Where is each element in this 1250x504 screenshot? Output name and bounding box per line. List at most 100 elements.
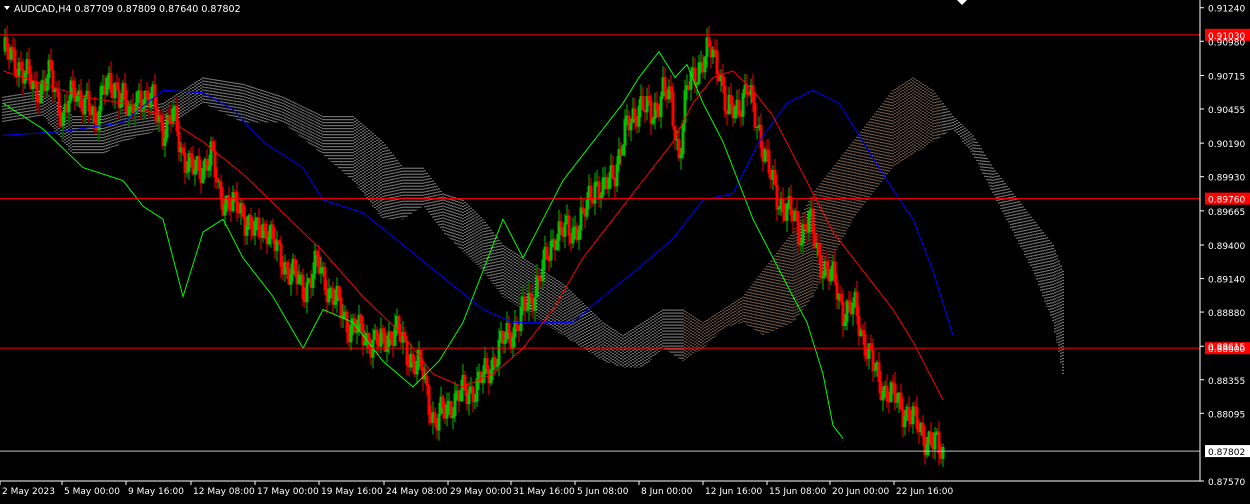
time-axis-tick-label: 12 May 08:00 (193, 487, 255, 497)
candle-body (61, 112, 65, 127)
candle-body (903, 416, 907, 428)
candle-body (537, 275, 541, 280)
candle-body (541, 259, 545, 282)
candle-body (855, 291, 859, 316)
candle-body (241, 203, 245, 217)
candle-body (895, 401, 899, 403)
candle-body (907, 406, 911, 421)
candle-body (51, 70, 55, 92)
candle-body (579, 207, 583, 231)
candle-body (803, 224, 807, 229)
candle-body (249, 215, 253, 230)
candle-body (933, 432, 937, 450)
candle-body (433, 412, 437, 423)
candle-body (807, 211, 811, 233)
candle-body (899, 392, 903, 410)
candle-body (257, 217, 261, 237)
time-axis-tick-label: 24 May 08:00 (386, 487, 448, 497)
candle-body (285, 262, 289, 269)
candle-body (797, 221, 801, 246)
time-axis-tick-label: 12 Jun 16:00 (705, 487, 762, 497)
candle-body (441, 396, 445, 409)
candle-body (871, 349, 875, 371)
candle-body (293, 258, 297, 271)
candle-body (781, 198, 785, 213)
candle-body (305, 282, 309, 303)
candle-body (367, 333, 371, 348)
candle-body (611, 165, 615, 179)
candle-body (629, 122, 633, 131)
candle-body (337, 285, 341, 298)
candle-body (345, 311, 349, 333)
candle-body (549, 240, 553, 261)
candle-body (641, 95, 645, 110)
time-axis-tick-label: 31 May 16:00 (513, 487, 575, 497)
candle-body (601, 177, 605, 196)
time-axis-tick-label: 8 Jun 00:00 (641, 487, 693, 497)
candle-body (851, 302, 855, 315)
candle-body (545, 246, 549, 261)
candle-body (571, 227, 575, 244)
candle-body (723, 85, 727, 112)
candle-body (385, 346, 389, 352)
price-axis-tick-label: 0.88095 (1208, 410, 1245, 420)
candle-body (319, 267, 323, 274)
candle-body (811, 208, 815, 234)
candle-body (339, 297, 343, 319)
candle-body (301, 274, 305, 299)
candle-body (97, 110, 101, 131)
symbol-header-label: AUDCAD,H4 0.87709 0.87809 0.87640 0.8780… (14, 4, 241, 15)
candle-body (567, 215, 571, 236)
candle-body (467, 392, 471, 405)
candle-body (563, 222, 567, 237)
price-axis-tick-label: 0.88880 (1208, 309, 1245, 319)
candle-body (183, 153, 187, 173)
candle-body (585, 199, 589, 217)
candle-body (75, 95, 79, 102)
candle-body (79, 90, 83, 108)
candle-body (655, 102, 659, 110)
candle-body (355, 330, 359, 333)
candle-body (459, 390, 463, 402)
candle-body (651, 119, 655, 124)
candle-body (679, 154, 683, 159)
candle-body (297, 274, 301, 285)
candle-body (795, 210, 799, 222)
candle-body (485, 358, 489, 369)
candle-body (581, 207, 585, 211)
candle-body (55, 88, 59, 92)
candle-body (555, 240, 559, 250)
candle-body (425, 375, 429, 387)
candle-body (921, 422, 925, 437)
candle-body (721, 74, 725, 86)
candle-body (633, 108, 637, 119)
candle-body (577, 230, 581, 241)
candle-body (11, 47, 15, 50)
candle-body (327, 288, 331, 303)
candle-body (755, 126, 759, 128)
shift-marker-icon[interactable] (957, 0, 967, 5)
candle-body (799, 243, 803, 246)
candle-body (381, 328, 385, 333)
candle-body (163, 138, 167, 146)
candle-body (311, 273, 315, 288)
time-axis-tick-label: 5 Jun 08:00 (577, 487, 629, 497)
candle-body (533, 297, 537, 311)
candle-body (497, 339, 501, 365)
candle-body (511, 337, 515, 349)
candle-body (189, 153, 193, 158)
candle-body (49, 59, 53, 71)
candle-body (253, 220, 257, 236)
candle-body (181, 147, 185, 154)
time-axis-tick-label: 19 May 16:00 (321, 487, 383, 497)
candle-body (671, 91, 675, 127)
candle-body (231, 192, 235, 211)
candle-body (415, 360, 419, 375)
candle-body (821, 276, 825, 279)
candle-body (359, 314, 363, 324)
price-axis-tick-label: 0.89665 (1208, 208, 1245, 218)
candle-body (885, 385, 889, 402)
candle-body (375, 329, 379, 345)
time-axis-tick-label: 2 May 2023 (2, 487, 55, 497)
chart-area: 0.91030 0.89760 0.88600 0.87802 0.91240 0.909… (0, 0, 1250, 500)
